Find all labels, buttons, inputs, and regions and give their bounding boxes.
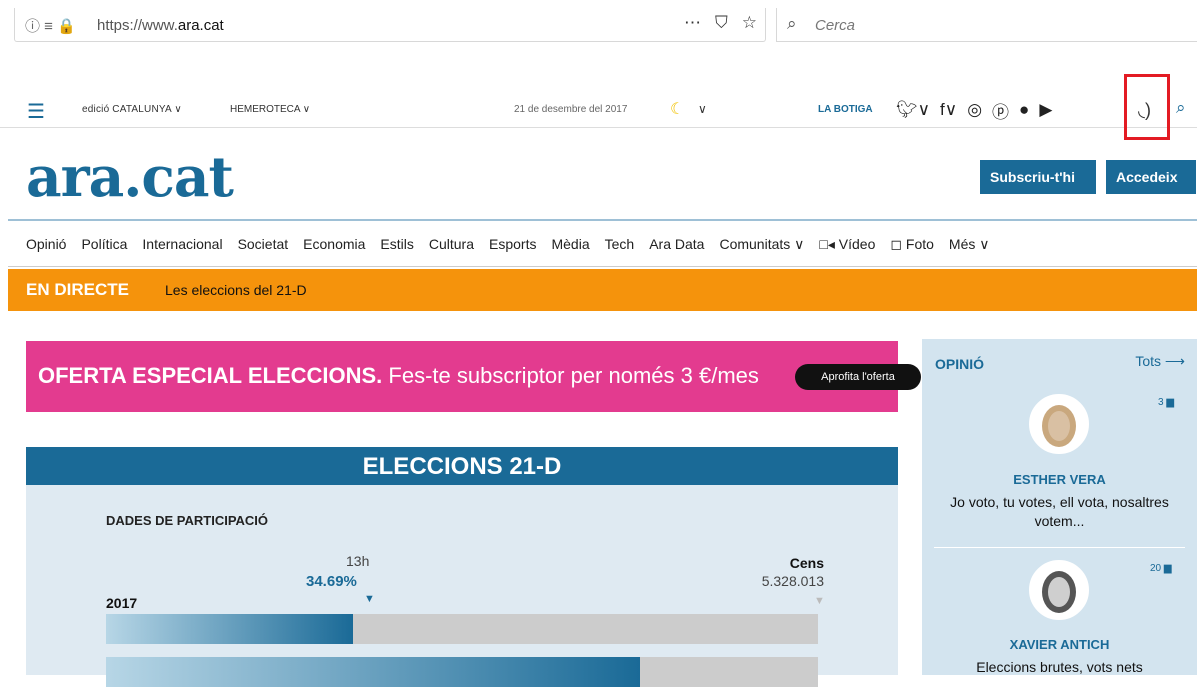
avatar[interactable] (1029, 394, 1089, 454)
promo-banner[interactable]: OFERTA ESPECIAL ELECCIONS. Fes-te subscr… (26, 341, 921, 412)
section-nav: Opinió Política Internacional Societat E… (26, 236, 1005, 253)
nav-item[interactable]: Economia (303, 236, 365, 253)
opinion-sidebar: OPINIÓ Tots ⟶ 3 ▆ ESTHER VERA Jo voto, t… (922, 339, 1197, 675)
site-logo[interactable]: ara.cat (26, 144, 234, 209)
census-value: 5.328.013 (761, 573, 824, 589)
instagram-icon[interactable]: ◎ (967, 100, 982, 120)
chevron-down-icon[interactable]: ∨ (698, 102, 707, 116)
elections-title: ELECCIONS 21-D (362, 453, 562, 480)
author-name[interactable]: XAVIER ANTICH (922, 637, 1197, 652)
bookmark-star-icon[interactable]: ☆ (742, 13, 757, 33)
hamburger-menu-icon[interactable]: ☰ (27, 99, 45, 124)
nav-item[interactable]: Tech (605, 236, 635, 253)
moon-icon[interactable]: ☾ (670, 99, 684, 119)
rss-icon[interactable]: ◟) (1138, 100, 1151, 121)
page-actions-icon[interactable]: ⋯ (684, 13, 701, 33)
browser-toolbar: ⓘ ≡ 🔒 https://www.ara.cat ⋯ ⛉ ☆ ⌕ Cerca (0, 0, 1197, 52)
marker-arrow-icon: ▼ (364, 593, 375, 605)
author-photo (1042, 405, 1076, 447)
nav-item[interactable]: Internacional (142, 236, 222, 253)
search-icon: ⌕ (787, 14, 797, 33)
participation-bar-previous (106, 657, 818, 687)
participation-heading: DADES DE PARTICIPACIÓ (106, 513, 269, 528)
nav-item[interactable]: Ara Data (649, 236, 704, 253)
subscribe-button[interactable]: Subscriu-t'hi (980, 160, 1096, 194)
article-headline[interactable]: Eleccions brutes, vots nets (932, 658, 1187, 677)
shop-link[interactable]: LA BOTIGA (818, 104, 873, 115)
edition-selector[interactable]: edició CATALUNYA ∨ (82, 104, 182, 115)
nav-item[interactable]: Opinió (26, 236, 66, 253)
sidebar-divider (934, 547, 1185, 548)
participation-bar-2017 (106, 614, 818, 644)
comment-count[interactable]: 3 ▆ (1158, 397, 1174, 408)
article-headline[interactable]: Jo voto, tu votes, ell vota, nosaltres v… (932, 493, 1187, 531)
hour-label: 13h (346, 553, 370, 569)
url-text[interactable]: https://www.ara.cat (97, 17, 224, 34)
comment-icon: ▆ (1166, 397, 1175, 408)
current-date: 21 de desembre del 2017 (514, 104, 628, 115)
census-arrow-icon: ▼ (814, 595, 825, 607)
participation-percent: 34.69% (306, 573, 357, 590)
live-text[interactable]: Les eleccions del 21-D (165, 282, 307, 298)
nav-item[interactable]: Societat (238, 236, 289, 253)
opinion-heading[interactable]: OPINIÓ (935, 356, 984, 372)
nav-item[interactable]: ◻ Foto (890, 236, 934, 253)
pinterest-icon[interactable]: ⓟ (992, 98, 1009, 123)
telegram-icon[interactable]: ● (1019, 100, 1029, 120)
year-label: 2017 (106, 595, 138, 611)
twitter-icon[interactable]: 🐦︎∨ (896, 100, 930, 120)
nav-item[interactable]: Estils (380, 236, 413, 253)
search-placeholder: Cerca (815, 17, 856, 34)
nav-item[interactable]: Cultura (429, 236, 474, 253)
elections-widget: ELECCIONS 21-D DADES DE PARTICIPACIÓ 13h… (26, 447, 898, 687)
see-all-link[interactable]: Tots ⟶ (1135, 353, 1185, 370)
author-photo (1042, 571, 1076, 613)
participation-bar-fill (106, 657, 640, 687)
nav-item[interactable]: Més ∨ (949, 236, 990, 253)
comment-count[interactable]: 20 ▆ (1150, 563, 1172, 574)
nav-item[interactable]: □◂ Vídeo (819, 236, 875, 253)
comment-icon: ▆ (1163, 563, 1172, 574)
nav-item[interactable]: Esports (489, 236, 536, 253)
live-banner[interactable]: EN DIRECTE Les eleccions del 21-D (8, 269, 1197, 311)
youtube-icon[interactable]: ▶ (1039, 100, 1052, 120)
site-info-icon[interactable]: ⓘ ≡ 🔒 (25, 15, 76, 36)
utility-bar: ☰ edició CATALUNYA ∨ HEMEROTECA ∨ 21 de … (0, 92, 1197, 128)
archive-link[interactable]: HEMEROTECA ∨ (230, 104, 310, 115)
login-button[interactable]: Accedeix (1106, 160, 1196, 194)
pocket-icon[interactable]: ⛉ (715, 13, 728, 33)
participation-bar-fill (106, 614, 353, 644)
site-search-icon[interactable]: ⌕ (1176, 98, 1186, 118)
nav-item[interactable]: Mèdia (551, 236, 589, 253)
rss-highlight-box: ◟) (1124, 74, 1170, 140)
address-bar[interactable]: ⓘ ≡ 🔒 https://www.ara.cat ⋯ ⛉ ☆ (14, 8, 766, 42)
nav-item[interactable]: Política (81, 236, 127, 253)
header-divider (8, 219, 1197, 221)
avatar[interactable] (1029, 560, 1089, 620)
facebook-icon[interactable]: f∨ (940, 100, 957, 120)
promo-cta-button[interactable]: Aprofita l'oferta (795, 364, 921, 390)
census-label: Cens (789, 555, 824, 571)
live-tag: EN DIRECTE (26, 280, 129, 299)
author-name[interactable]: ESTHER VERA (922, 472, 1197, 487)
browser-search-box[interactable]: ⌕ Cerca (776, 8, 1197, 42)
promo-text: OFERTA ESPECIAL ELECCIONS. Fes-te subscr… (38, 363, 759, 388)
nav-divider (8, 266, 1197, 267)
nav-item[interactable]: Comunitats ∨ (719, 236, 804, 253)
